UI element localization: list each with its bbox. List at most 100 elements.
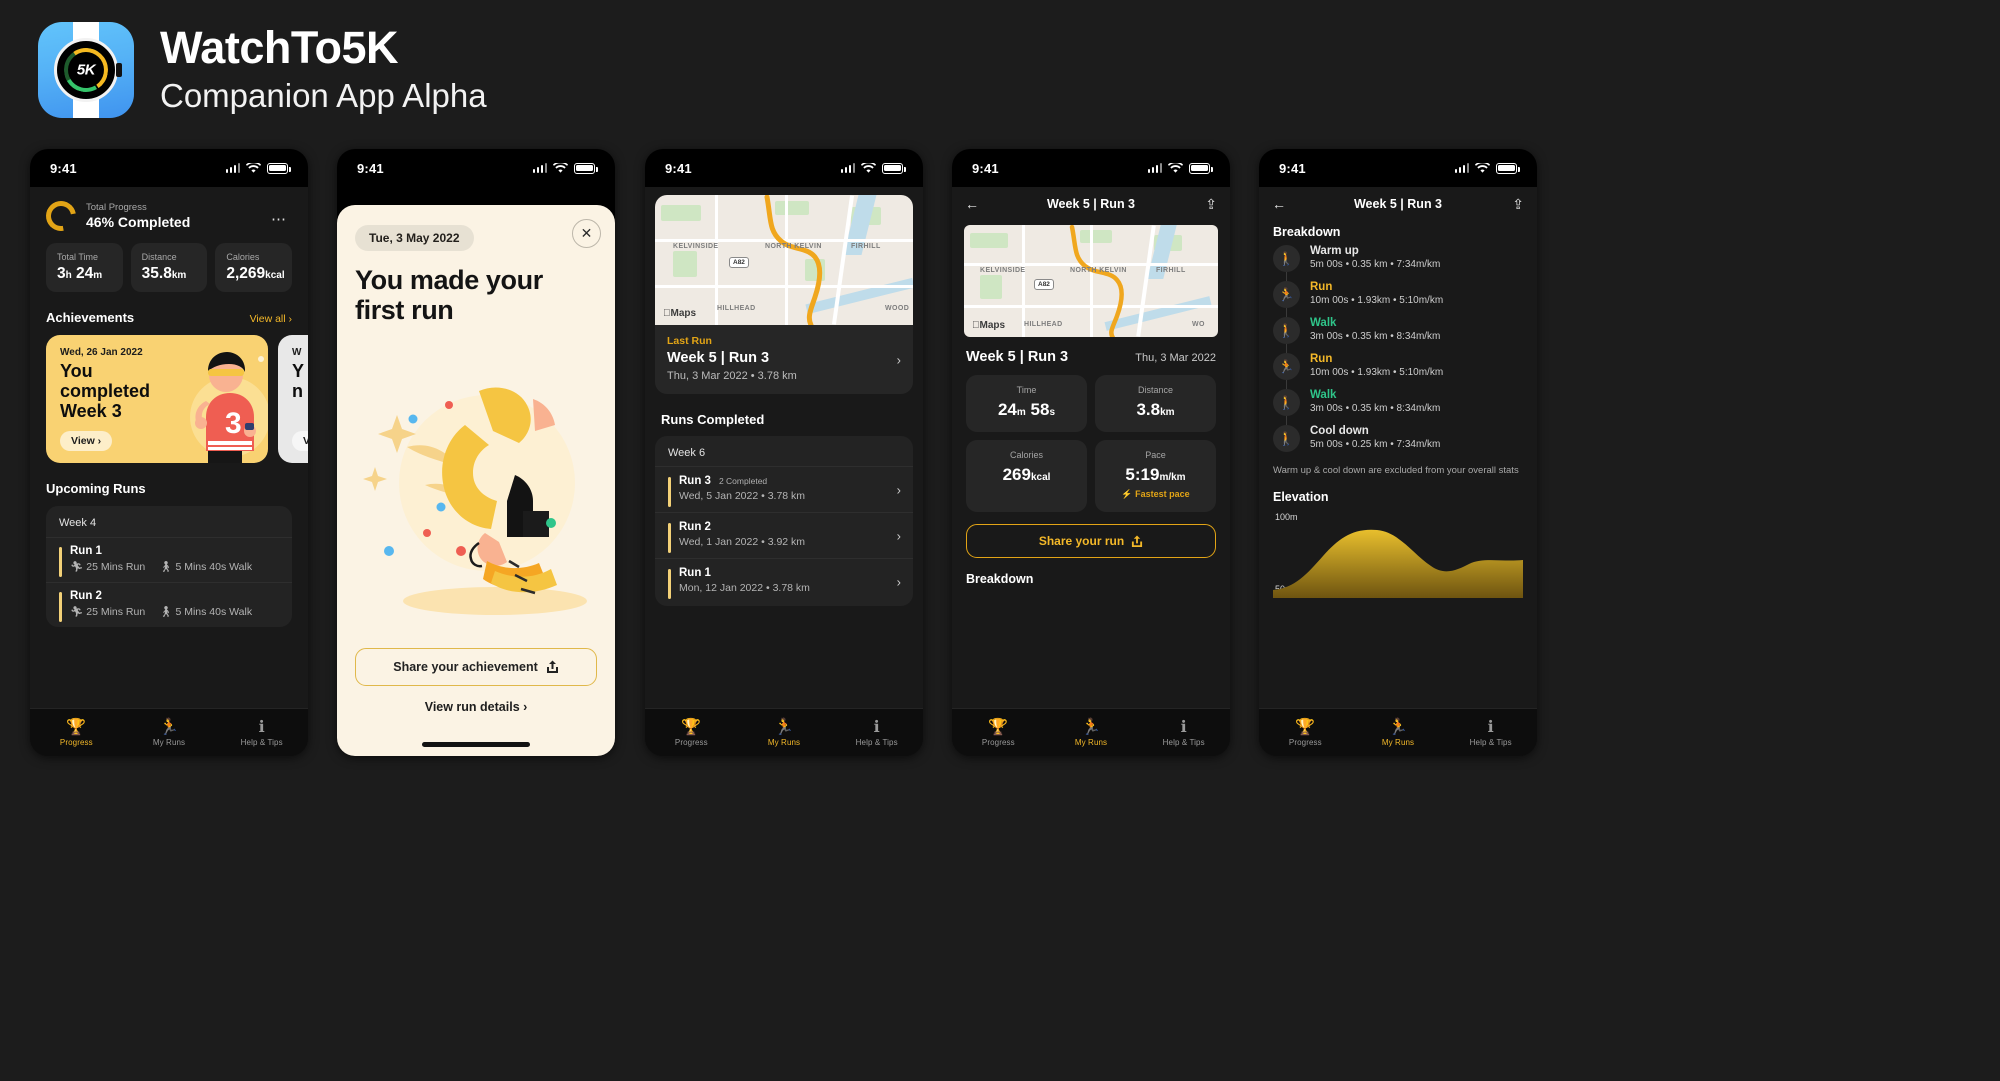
run-name: Run 2 [70, 590, 102, 602]
status-time: 9:41 [972, 160, 999, 176]
phone-screen-run-detail: 9:41 ← Week 5 | Run 3 ⇪ KELVINSIDE NORTH… [952, 149, 1230, 756]
runs-completed-card: Week 6 Run 3 2 Completed Wed, 5 Jan 2022 … [655, 436, 913, 606]
tab-my-runs[interactable]: 🏃 My Runs [738, 719, 831, 747]
ellipsis-icon[interactable]: ⋯ [266, 206, 292, 232]
breakdown-scroll-area[interactable]: ← Week 5 | Run 3 ⇪ Breakdown 🚶 Warm up 5… [1259, 187, 1537, 708]
run-accent-bar [668, 523, 671, 553]
run-segment-run: 🏃︎ 25 Mins Run [70, 561, 146, 573]
apple-maps-attribution: Maps [663, 308, 696, 319]
breakdown-header: Breakdown [966, 572, 1034, 586]
run-segment-run: 🏃︎ 25 Mins Run [70, 606, 146, 618]
runner-icon: 🏃 [774, 718, 794, 736]
stat-value: 3.8km [1136, 400, 1175, 419]
tab-label: Help & Tips [855, 737, 898, 747]
achievements-carousel[interactable]: Wed, 26 Jan 2022 You completed Week 3 Vi… [30, 325, 308, 463]
achievement-view-button[interactable]: View › [60, 431, 113, 451]
runs-scroll-area[interactable]: KELVINSIDE NORTH KELVIN FIRHILL HILLHEAD… [645, 187, 923, 708]
achievement-card[interactable]: W Y 2 n V [278, 335, 308, 463]
tab-label: Progress [674, 737, 708, 747]
tab-progress[interactable]: 🏆 Progress [645, 719, 738, 747]
list-item[interactable]: Run 1 🏃︎ 25 Mins Run 🚶︎ 5 Mins 40s Walk [46, 537, 292, 582]
view-all-link[interactable]: View all › [250, 313, 292, 325]
walk-icon: 🚶 [1273, 425, 1300, 452]
tab-my-runs[interactable]: 🏃 My Runs [1045, 719, 1138, 747]
upcoming-week-label: Week 4 [59, 517, 97, 529]
trophy-icon: 🏆 [66, 718, 87, 736]
elevation-area-chart [1273, 529, 1523, 598]
tab-label: My Runs [152, 737, 186, 747]
share-icon[interactable]: ⇪ [1197, 196, 1217, 213]
upcoming-runs-header: Upcoming Runs [30, 463, 308, 496]
achievement-card[interactable]: Wed, 26 Jan 2022 You completed Week 3 Vi… [46, 335, 268, 463]
info-icon: ℹ︎ [873, 718, 880, 736]
detail-navbar: ← Week 5 | Run 3 ⇪ [952, 187, 1230, 221]
section-title: Upcoming Runs [46, 481, 146, 496]
tab-label: Help & Tips [240, 737, 283, 747]
last-run-card[interactable]: KELVINSIDE NORTH KELVIN FIRHILL HILLHEAD… [655, 195, 913, 394]
segment-meta: 10m 00s • 1.93km • 5:10m/km [1310, 367, 1444, 378]
stat-card-calories: Calories 2,269kcal [215, 243, 293, 292]
list-item[interactable]: Run 2 🏃︎ 25 Mins Run 🚶︎ 5 Mins 40s Walk [46, 582, 292, 627]
share-achievement-button[interactable]: Share your achievement [355, 648, 597, 686]
battery-icon [574, 162, 598, 174]
tab-my-runs[interactable]: 🏃 My Runs [1352, 719, 1445, 747]
progress-value: 46% Completed [86, 214, 191, 230]
share-run-button[interactable]: Share your run [966, 524, 1216, 558]
tab-help-tips[interactable]: ℹ︎ Help & Tips [1137, 719, 1230, 747]
table-row[interactable]: Run 1 Mon, 12 Jan 2022 • 3.78 km › [655, 558, 913, 604]
tab-help-tips[interactable]: ℹ︎ Help & Tips [830, 719, 923, 747]
phone-screen-breakdown: 9:41 ← Week 5 | Run 3 ⇪ Breakdown 🚶 Warm… [1259, 149, 1537, 756]
run-name: Run 1 [70, 545, 102, 557]
progress-scroll-area[interactable]: Total Progress 46% Completed ⋯ Total Tim… [30, 187, 308, 708]
share-icon[interactable]: ⇪ [1504, 196, 1524, 213]
stat-value: 24m 58s [997, 400, 1056, 419]
tab-label: My Runs [767, 737, 801, 747]
run-meta: Mon, 12 Jan 2022 • 3.78 km [679, 582, 810, 594]
map-label: FIRHILL [851, 243, 881, 250]
table-row[interactable]: Run 2 Wed, 1 Jan 2022 • 3.92 km › [655, 512, 913, 558]
back-arrow-icon[interactable]: ← [965, 196, 985, 212]
status-bar: 9:41 [645, 149, 923, 187]
wifi-icon [553, 162, 568, 173]
list-item: 🚶 Cool down 5m 00s • 0.25 km • 7:34m/km [1273, 425, 1523, 461]
tab-help-tips[interactable]: ℹ︎ Help & Tips [215, 719, 308, 747]
run-icon: 🏃 [1273, 353, 1300, 380]
detail-scroll-area[interactable]: ← Week 5 | Run 3 ⇪ KELVINSIDE NORTH KELV… [952, 187, 1230, 708]
tab-help-tips[interactable]: ℹ︎ Help & Tips [1444, 719, 1537, 747]
chevron-right-icon: › [896, 528, 901, 543]
apple-maps-attribution: Maps [972, 320, 1005, 331]
route-map[interactable]: KELVINSIDE NORTH KELVIN FIRHILL HILLHEAD… [655, 195, 913, 325]
achievement-view-button[interactable]: V [292, 431, 308, 451]
tab-label: Help & Tips [1162, 737, 1205, 747]
status-bar: 9:41 [337, 149, 615, 187]
close-icon[interactable]: ✕ [572, 219, 601, 248]
view-run-details-link[interactable]: View run details › [337, 700, 615, 714]
stat-card-total-time: Total Time 3h 24m [46, 243, 123, 292]
summary-stats: Total Time 3h 24m Distance 35.8km Calori… [30, 231, 308, 292]
stat-card-time: Time 24m 58s [966, 375, 1087, 432]
status-bar: 9:41 [952, 149, 1230, 187]
fastest-pace-badge: ⚡ Fastest pace [1121, 489, 1190, 499]
run-accent-bar [59, 547, 62, 577]
tab-my-runs[interactable]: 🏃 My Runs [123, 719, 216, 747]
route-map[interactable]: KELVINSIDE NORTH KELVIN FIRHILL HILLHEAD… [964, 225, 1218, 337]
progress-label: Total Progress [86, 202, 147, 213]
run-segment-walk: 🚶︎ 5 Mins 40s Walk [159, 561, 253, 573]
list-item: 🚶 Walk 3m 00s • 0.35 km • 8:34m/km [1273, 317, 1523, 354]
achievement-date: W [292, 347, 302, 358]
stat-value: 3h 24m [57, 265, 103, 282]
achievement-sheet: ✕ Tue, 3 May 2022 You made your first ru… [337, 205, 615, 756]
battery-icon [1189, 162, 1213, 174]
tab-progress[interactable]: 🏆 Progress [1259, 719, 1352, 747]
back-arrow-icon[interactable]: ← [1272, 196, 1292, 212]
last-run-title: Week 5 | Run 3 [667, 350, 770, 366]
tab-progress[interactable]: 🏆 Progress [952, 719, 1045, 747]
table-row[interactable]: Run 3 2 Completed Wed, 5 Jan 2022 • 3.78 … [655, 466, 913, 512]
status-bar: 9:41 [30, 149, 308, 187]
tab-label: Progress [981, 737, 1015, 747]
status-time: 9:41 [665, 160, 692, 176]
tab-progress[interactable]: 🏆 Progress [30, 719, 123, 747]
run-badge: 2 Completed [718, 476, 768, 486]
last-run-meta: Thu, 3 Mar 2022 • 3.78 km [667, 370, 797, 382]
section-title: Achievements [46, 310, 135, 325]
